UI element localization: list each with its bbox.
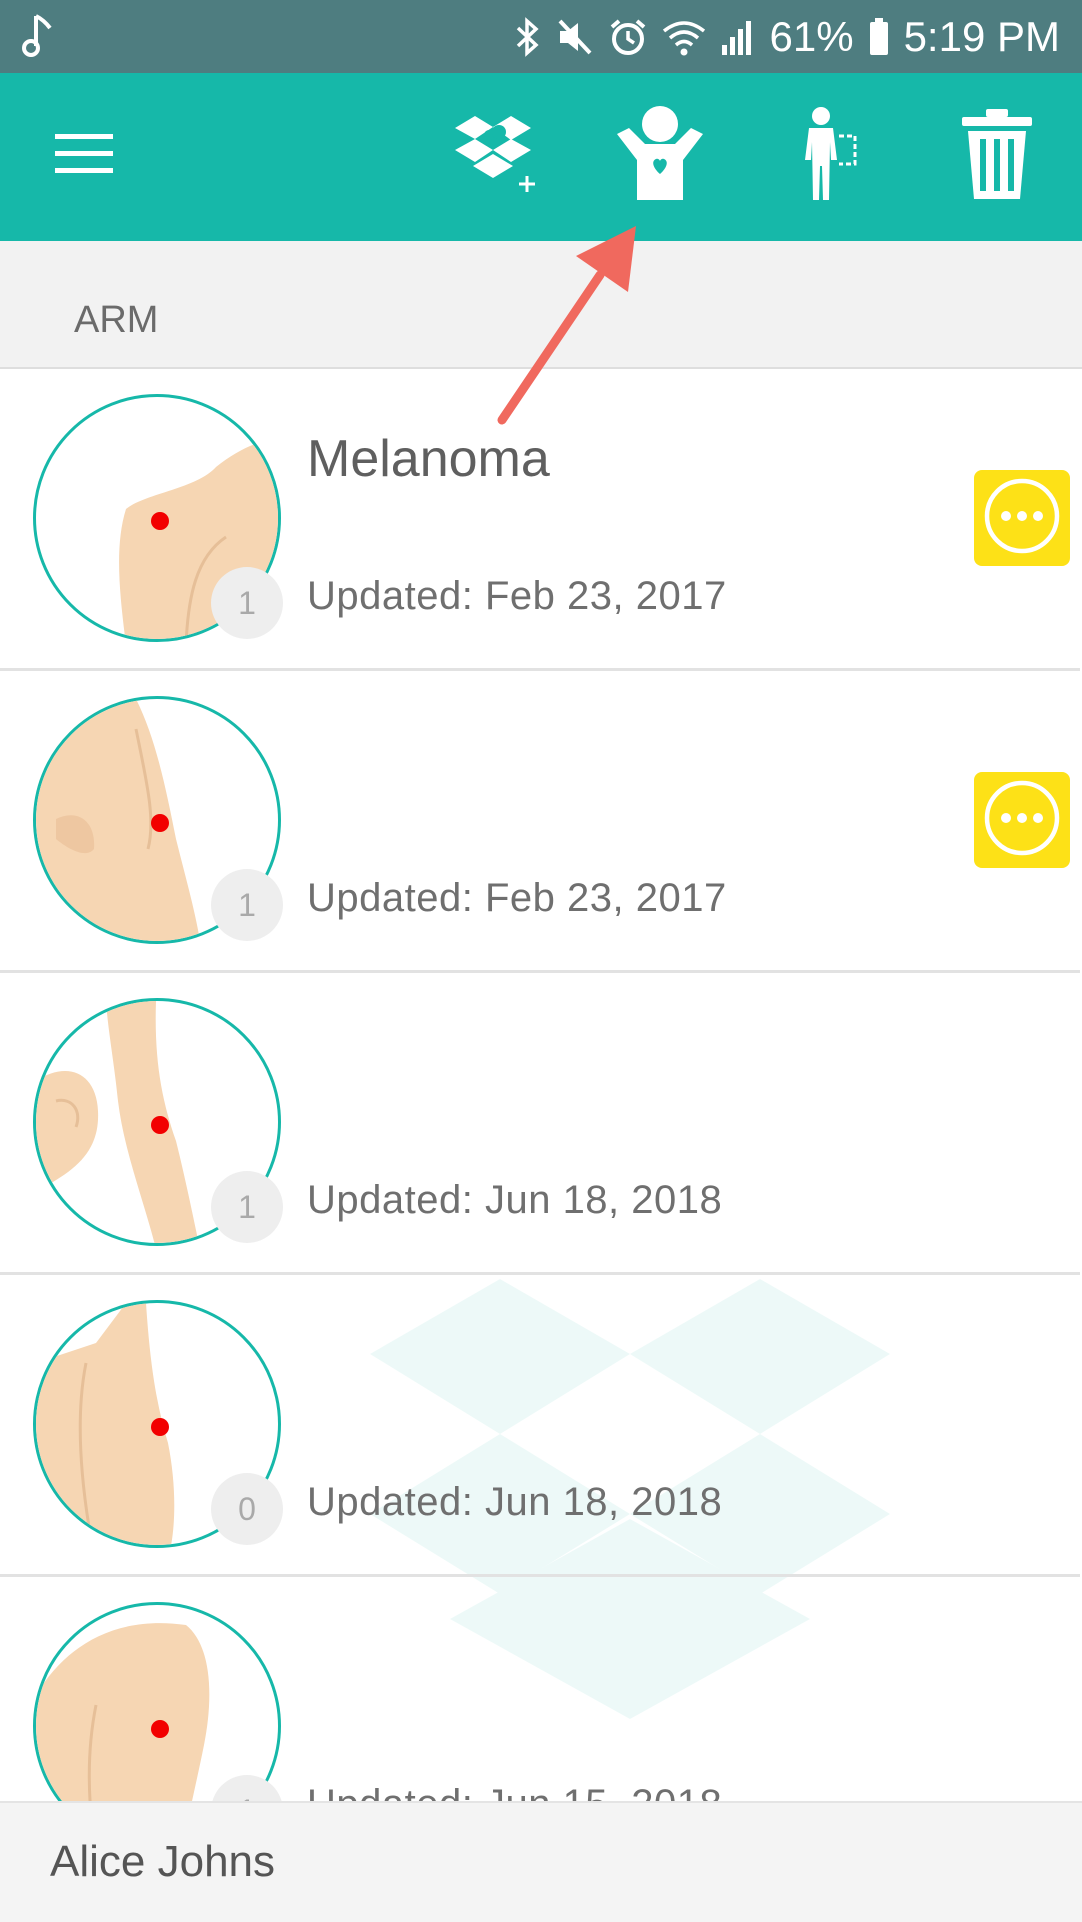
- patient-button[interactable]: [605, 101, 715, 211]
- menu-icon: [55, 132, 115, 181]
- photo-count-badge: 1: [211, 869, 283, 941]
- app-bar: [0, 73, 1082, 241]
- photo-count-badge: 1: [211, 1171, 283, 1243]
- section-label: ARM: [74, 299, 159, 341]
- bluetooth-icon: [514, 16, 542, 57]
- dropbox-add-icon: [445, 112, 541, 201]
- alarm-icon: [608, 17, 648, 57]
- trash-icon: [960, 107, 1034, 206]
- dropbox-add-button[interactable]: [438, 101, 548, 211]
- patient-icon: [613, 104, 707, 209]
- more-options-button[interactable]: [974, 772, 1070, 868]
- row-updated: Updated: Jun 18, 2018: [307, 1178, 723, 1222]
- body-compare-icon: [795, 106, 865, 207]
- photo-count-badge: 0: [211, 1473, 283, 1545]
- list-item[interactable]: 1 Updated: Feb 23, 2017: [0, 671, 1080, 973]
- music-note-icon: [22, 10, 58, 65]
- patient-name: Alice Johns: [50, 1837, 276, 1886]
- body-thumbnail: [33, 1602, 281, 1801]
- list-item[interactable]: 1 Updated: Jun 15, 2018: [0, 1577, 1080, 1801]
- lesion-marker: [151, 814, 169, 832]
- list-item[interactable]: 1 Melanoma Updated: Feb 23, 2017: [0, 369, 1080, 671]
- row-updated: Updated: Feb 23, 2017: [307, 574, 727, 618]
- row-updated: Updated: Jun 15, 2018: [307, 1782, 722, 1801]
- more-icon: [982, 476, 1062, 561]
- row-updated: Updated: Feb 23, 2017: [307, 876, 727, 920]
- body-compare-button[interactable]: [775, 101, 885, 211]
- delete-button[interactable]: [942, 101, 1052, 211]
- clock: 5:19 PM: [903, 12, 1060, 60]
- mute-icon: [556, 17, 594, 57]
- battery-icon: [868, 17, 890, 57]
- wifi-icon: [662, 17, 706, 57]
- lesion-marker: [151, 512, 169, 530]
- patient-footer[interactable]: Alice Johns: [0, 1801, 1082, 1922]
- row-updated: Updated: Jun 18, 2018: [307, 1480, 723, 1524]
- section-header: ARM: [0, 241, 1082, 369]
- lesion-list[interactable]: 1 Melanoma Updated: Feb 23, 2017 1 Updat…: [0, 369, 1082, 1801]
- status-bar: 61% 5:19 PM: [0, 0, 1082, 73]
- lesion-marker: [151, 1720, 169, 1738]
- lesion-marker: [151, 1418, 169, 1436]
- lesion-marker: [151, 1116, 169, 1134]
- more-options-button[interactable]: [974, 470, 1070, 566]
- menu-button[interactable]: [30, 101, 140, 211]
- list-item[interactable]: 0 Updated: Jun 18, 2018: [0, 1275, 1080, 1577]
- more-icon: [982, 778, 1062, 863]
- photo-count-badge: 1: [211, 567, 283, 639]
- list-item[interactable]: 1 Updated: Jun 18, 2018: [0, 973, 1080, 1275]
- signal-icon: [720, 17, 756, 57]
- row-title: Melanoma: [307, 430, 550, 488]
- battery-percent: 61%: [769, 12, 854, 60]
